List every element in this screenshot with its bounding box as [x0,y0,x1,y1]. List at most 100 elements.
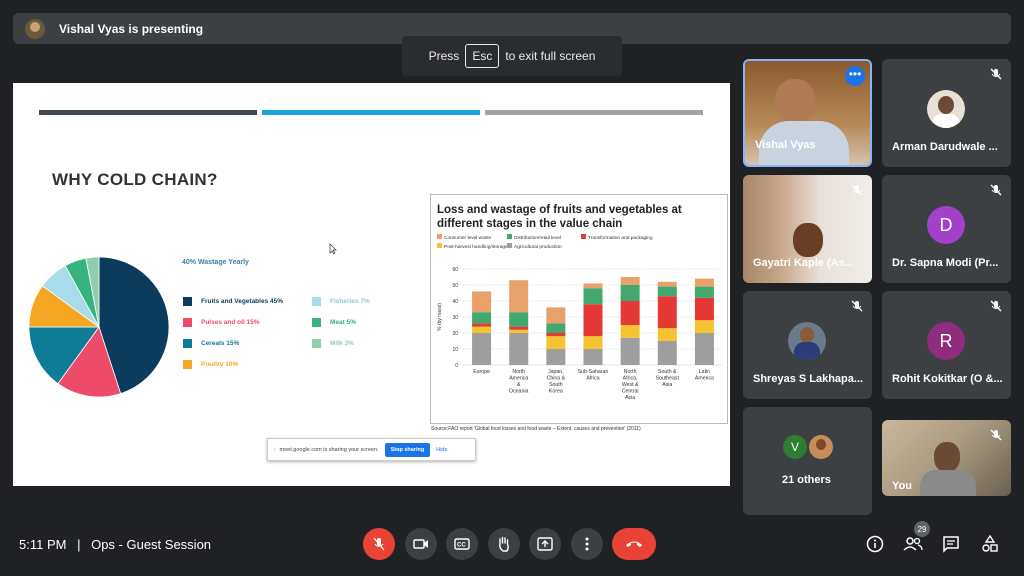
camera-icon [413,539,428,549]
bar-segment [694,297,714,321]
participant-name: Shreyas S Lakhapa... [753,373,864,385]
legend-swatch [183,360,192,369]
bar-chart-figure: Loss and wastage of fruits and vegetable… [430,194,728,424]
participant-tile[interactable]: Gayatri Kaple (As... [743,175,872,283]
legend-item: Meat 5% [312,318,356,327]
legend-label: Milk 3% [330,340,354,347]
bar-segment [509,312,529,327]
bar-segment [620,285,640,301]
chart-legend-item: Post-harvest handling/storage [437,243,508,250]
legend-swatch [312,339,321,348]
mic-off-icon [373,537,385,551]
chat-button[interactable] [940,533,962,555]
more-icon [585,537,589,551]
participant-name: Vishal Vyas [755,139,816,151]
legend-label: Poultry 10% [201,361,239,368]
raise-hand-icon [499,536,509,552]
slide-title: WHY COLD CHAIN? [52,170,218,189]
participant-tile[interactable]: D Dr. Sapna Modi (Pr... [882,175,1011,283]
bar-segment [694,333,714,365]
self-tile[interactable]: You [882,420,1011,496]
bar-segment [583,349,603,365]
more-options-button[interactable] [571,528,603,560]
hide-share-bar-button[interactable]: Hide [436,447,447,453]
legend-label: Meat 5% [330,319,357,326]
participant-tile[interactable]: R Rohit Kokitkar (O &... [882,291,1011,399]
raise-hand-button[interactable] [488,528,520,560]
bar-segment [583,288,603,305]
x-tick-label: Europe [473,369,490,375]
y-tick-label: 30 [452,315,458,321]
bar-segment [546,349,566,365]
participant-name: Gayatri Kaple (As... [753,257,854,269]
bar-segment [583,283,603,289]
participant-face [793,223,823,257]
present-button[interactable] [529,528,561,560]
captions-button[interactable]: CC [446,528,478,560]
bar-segment [472,323,492,327]
avatar: D [927,206,965,244]
legend-swatch [312,297,321,306]
screen-share-bar: ⁞ meet.google.com is sharing your screen… [267,438,476,461]
legend-item: Pulses and oil 15% [183,318,260,327]
participant-tile[interactable]: Shreyas S Lakhapa... [743,291,872,399]
captions-icon: CC [454,538,470,550]
people-icon [903,537,923,551]
participant-tile[interactable]: Arman Darudwale ... [882,59,1011,167]
avatar: V [783,435,807,459]
info-icon [866,535,884,553]
hangup-icon [626,541,642,547]
bar-segment [472,333,492,365]
share-bar-text: meet.google.com is sharing your screen. [279,446,379,453]
more-options-icon[interactable]: ••• [845,66,865,86]
bar-segment [694,320,714,333]
x-tick-label: Japan, China & South Korea [547,369,566,395]
mic-off-icon [990,429,1002,441]
y-tick-label: 10 [452,347,458,353]
activities-button[interactable] [979,533,1001,555]
others-label: 21 others [782,474,831,486]
y-axis-label: % (by mass) [437,303,443,331]
mic-toggle-button[interactable] [363,528,395,560]
bar-segment [546,333,566,337]
meeting-details-button[interactable] [864,533,886,555]
bar-segment [509,333,529,365]
chart-legend-label: Post-harvest handling/storage [444,244,508,250]
legend-label: Pulses and oil 15% [201,319,260,326]
slide-stripe [485,110,703,115]
mouse-cursor-icon [329,243,337,255]
activities-icon [982,535,998,552]
legend-swatch [183,339,192,348]
bar-segment [657,341,677,365]
chart-legend-swatch [581,234,586,239]
participant-tile[interactable]: ••• Vishal Vyas [743,59,872,167]
chart-legend-item: Consumer level waste [437,234,492,241]
legend-item: Poultry 10% [183,360,238,369]
mic-off-icon [990,184,1002,196]
chart-legend-swatch [507,243,512,248]
y-tick-label: 20 [452,331,458,337]
svg-text:CC: CC [457,543,466,549]
bar-segment [509,329,529,333]
x-tick-label: Sub-Saharan Africa [578,369,609,382]
presenter-label: Vishal Vyas is presenting [59,21,204,36]
leave-call-button[interactable] [612,528,656,560]
stop-sharing-button[interactable]: Stop sharing [384,442,431,457]
bar-segment [657,296,677,329]
participant-face [934,442,960,472]
camera-toggle-button[interactable] [405,528,437,560]
legend-label: Cereals 15% [201,340,240,347]
legend-label: Fruits and Vegetables 45% [201,298,284,305]
bar-segment [620,337,640,365]
bar-segment [657,286,677,297]
participant-name: Rohit Kokitkar (O &... [892,373,1003,385]
wastage-label: 40% Wastage Yearly [182,259,249,266]
chat-icon [943,536,959,553]
slide-stripe [39,110,257,115]
bar-segment [472,312,492,324]
meeting-info: 5:11 PM | Ops - Guest Session [19,537,211,552]
chart-legend-label: Consumer level waste [444,235,492,241]
chart-source: Source:FAO report 'Global food losses an… [431,426,641,432]
drag-handle-icon[interactable]: ⁞ [274,447,276,453]
others-tile[interactable]: V 21 others [743,407,872,515]
